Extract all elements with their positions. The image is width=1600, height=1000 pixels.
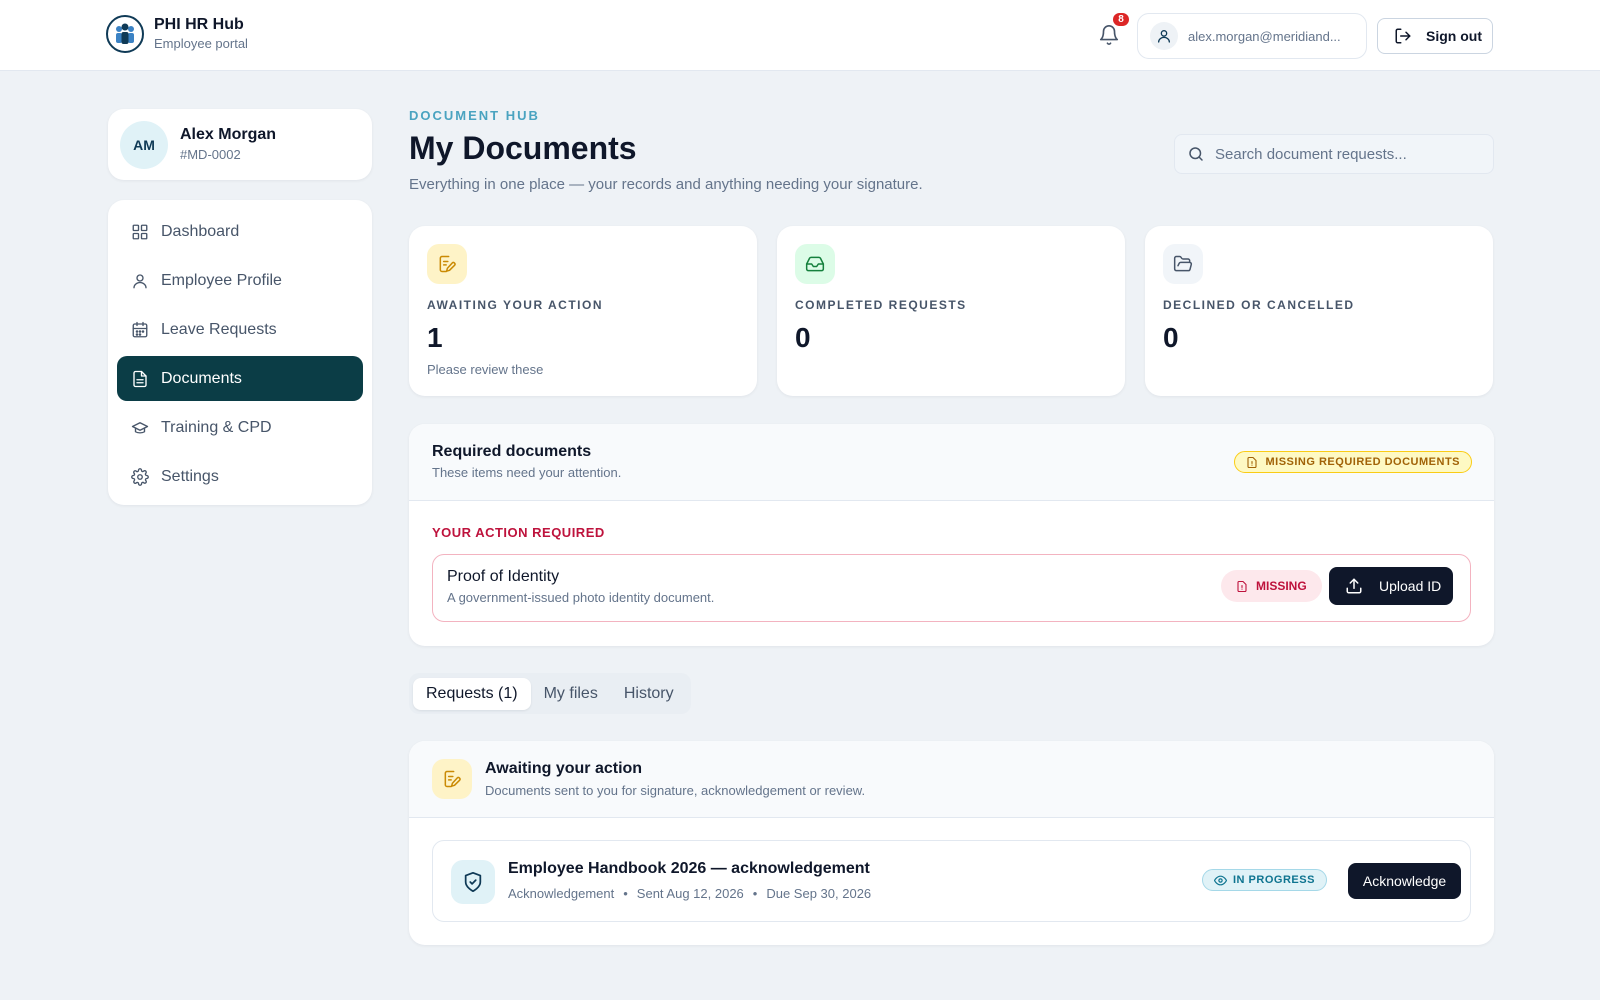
edit-document-icon xyxy=(427,244,467,284)
stat-note: Please review these xyxy=(427,362,544,377)
app-subtitle: Employee portal xyxy=(154,36,248,51)
section-subtitle: Documents sent to you for signature, ack… xyxy=(485,783,866,798)
logout-icon xyxy=(1395,28,1411,44)
document-sent-date: Sent Aug 12, 2026 xyxy=(636,886,744,901)
document-tabs: Requests (1) My files History xyxy=(409,673,691,714)
bell-icon[interactable] xyxy=(1098,24,1120,46)
document-meta: Acknowledgement • Sent Aug 12, 2026 • Du… xyxy=(508,886,871,901)
stat-value: 0 xyxy=(795,322,811,353)
calendar-icon xyxy=(132,321,148,337)
button-label: Upload ID xyxy=(1379,578,1442,594)
stat-value: 0 xyxy=(1163,322,1179,353)
top-header: PHI HR Hub Employee portal 8 alex.morgan… xyxy=(0,0,1600,71)
sidebar-item-leave-requests[interactable]: Leave Requests xyxy=(117,307,363,352)
sidebar-item-documents[interactable]: Documents xyxy=(117,356,363,401)
user-menu[interactable]: alex.morgan@meridiand... xyxy=(1137,13,1367,59)
notification-count-badge: 8 xyxy=(1112,12,1130,27)
stat-card-declined: DECLINED OR CANCELLED 0 xyxy=(1145,226,1493,396)
eye-icon xyxy=(1214,875,1227,885)
section-title: Awaiting your action xyxy=(485,760,643,777)
status-badge: IN PROGRESS xyxy=(1202,869,1327,891)
page-title: My Documents xyxy=(409,130,637,166)
stat-label: COMPLETED REQUESTS xyxy=(795,298,967,312)
brand[interactable]: PHI HR Hub Employee portal xyxy=(106,15,248,53)
sidebar-nav: Dashboard Employee Profile Leave Request… xyxy=(108,200,372,505)
profile-card[interactable]: AM Alex Morgan #MD-0002 xyxy=(108,109,372,180)
required-documents-card: Required documents These items need your… xyxy=(409,424,1494,646)
sidebar-item-label: Training & CPD xyxy=(161,418,272,436)
user-email: alex.morgan@meridiand... xyxy=(1188,28,1341,44)
status-label: IN PROGRESS xyxy=(1233,874,1315,886)
stat-label: AWAITING YOUR ACTION xyxy=(427,298,604,312)
search-icon xyxy=(1189,147,1203,161)
sidebar-item-label: Settings xyxy=(161,467,219,485)
stat-label: DECLINED OR CANCELLED xyxy=(1163,298,1355,312)
upload-icon xyxy=(1346,578,1362,594)
app-title: PHI HR Hub xyxy=(154,16,244,33)
document-icon xyxy=(133,370,147,387)
stat-card-awaiting: AWAITING YOUR ACTION 1 Please review the… xyxy=(409,226,757,396)
user-icon xyxy=(1150,22,1178,50)
sidebar-item-employee-profile[interactable]: Employee Profile xyxy=(117,258,363,303)
document-due-date: Due Sep 30, 2026 xyxy=(766,886,872,901)
awaiting-action-card: Awaiting your action Documents sent to y… xyxy=(409,741,1494,945)
tab-requests[interactable]: Requests (1) xyxy=(413,677,531,710)
search-box[interactable] xyxy=(1174,134,1494,174)
employee-id: #MD-0002 xyxy=(180,146,241,162)
team-logo-icon xyxy=(106,15,144,53)
required-documents-header: Required documents These items need your… xyxy=(409,424,1494,501)
sidebar-item-label: Documents xyxy=(161,369,242,387)
upload-id-button[interactable]: Upload ID xyxy=(1329,567,1453,605)
tab-my-files[interactable]: My files xyxy=(531,678,611,710)
sidebar-item-label: Dashboard xyxy=(161,222,240,240)
missing-documents-badge: MISSING REQUIRED DOCUMENTS xyxy=(1234,451,1472,473)
avatar: AM xyxy=(120,120,168,169)
stat-card-completed: COMPLETED REQUESTS 0 xyxy=(777,226,1125,396)
search-input[interactable] xyxy=(1215,145,1485,163)
user-icon xyxy=(133,273,147,288)
required-item-proof-of-identity: Proof of Identity A government-issued ph… xyxy=(432,554,1471,622)
grid-icon xyxy=(132,224,148,239)
acknowledge-button[interactable]: Acknowledge xyxy=(1348,863,1461,899)
missing-status-badge: MISSING xyxy=(1221,570,1322,602)
graduation-cap-icon xyxy=(131,421,149,434)
sidebar-item-label: Employee Profile xyxy=(161,271,282,289)
tab-history[interactable]: History xyxy=(611,678,687,710)
badge-label: MISSING REQUIRED DOCUMENTS xyxy=(1265,456,1460,468)
page-description: Everything in one place — your records a… xyxy=(409,176,923,193)
sidebar-item-settings[interactable]: Settings xyxy=(117,454,363,499)
sidebar-item-training[interactable]: Training & CPD xyxy=(117,405,363,450)
edit-document-icon xyxy=(432,759,472,799)
sign-out-label: Sign out xyxy=(1426,28,1482,44)
document-alert-icon xyxy=(1237,580,1247,592)
sidebar-item-label: Leave Requests xyxy=(161,320,277,338)
document-alert-icon xyxy=(1247,456,1258,468)
awaiting-action-header: Awaiting your action Documents sent to y… xyxy=(409,741,1494,818)
meta-separator: • xyxy=(752,886,758,901)
gear-icon xyxy=(131,467,149,486)
sidebar-item-dashboard[interactable]: Dashboard xyxy=(117,209,363,254)
action-required-label: YOUR ACTION REQUIRED xyxy=(432,525,605,540)
folder-icon xyxy=(1163,244,1203,284)
profile-name: Alex Morgan xyxy=(180,125,277,143)
sign-out-button[interactable]: Sign out xyxy=(1377,18,1493,54)
shield-check-icon xyxy=(451,860,495,904)
meta-separator: • xyxy=(623,886,628,901)
stat-value: 1 xyxy=(427,322,443,353)
document-title: Employee Handbook 2026 — acknowledgement xyxy=(508,860,870,877)
document-request-row[interactable]: Employee Handbook 2026 — acknowledgement… xyxy=(432,840,1471,922)
document-type: Acknowledgement xyxy=(508,886,615,901)
status-label: MISSING xyxy=(1256,579,1307,593)
page-eyebrow: DOCUMENT HUB xyxy=(409,108,540,123)
inbox-icon xyxy=(795,244,835,284)
